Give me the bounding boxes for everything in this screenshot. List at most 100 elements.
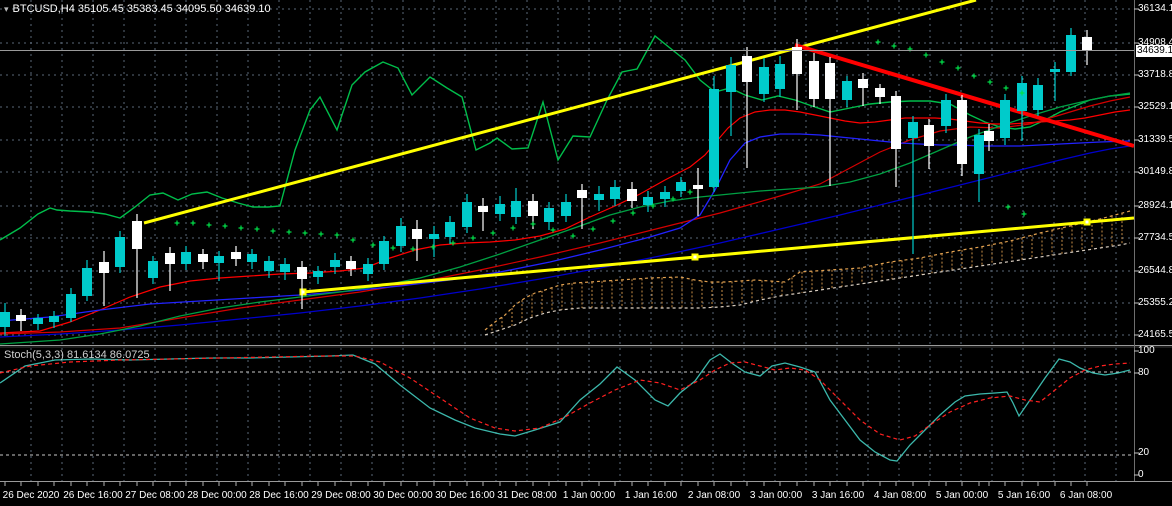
- bear-candle: [16, 315, 26, 321]
- stoch-axis-label: 0: [1138, 469, 1144, 480]
- bear-candle: [346, 261, 356, 269]
- price-axis-label: 33718.80: [1138, 69, 1172, 80]
- bear-candle: [1082, 37, 1092, 50]
- bull-candle: [643, 197, 653, 205]
- bull-candle: [594, 194, 604, 200]
- bull-candle: [610, 187, 620, 199]
- bull-candle: [379, 241, 389, 264]
- bull-candle: [908, 122, 918, 138]
- bull-candle: [1066, 35, 1076, 72]
- time-axis-label: 1 Jan 16:00: [624, 490, 678, 501]
- bear-candle: [742, 56, 752, 82]
- time-axis-label: 30 Dec 00:00: [373, 490, 433, 501]
- stoch-indicator-label: Stoch(5,3,3) 81.6134 86.0725: [4, 349, 150, 361]
- bull-candle: [511, 201, 521, 217]
- price-axis-label: 28924.15: [1138, 200, 1172, 211]
- price-axis-label: 26544.85: [1138, 265, 1172, 276]
- bull-candle: [363, 264, 373, 274]
- bull-candle: [1000, 100, 1010, 138]
- bull-candle: [330, 260, 340, 267]
- bull-candle: [33, 318, 43, 324]
- bull-candle: [726, 65, 736, 92]
- bull-candle: [264, 261, 274, 271]
- bear-candle: [924, 125, 934, 146]
- time-axis-label: 29 Dec 08:00: [311, 490, 371, 501]
- price-axis-label: 24165.55: [1138, 329, 1172, 340]
- time-axis-label: 26 Dec 16:00: [63, 490, 123, 501]
- bear-candle: [891, 96, 901, 149]
- price-axis-label: 34908.45: [1138, 37, 1172, 48]
- price-axis-label: 32529.15: [1138, 101, 1172, 112]
- time-axis-label: 2 Jan 08:00: [687, 490, 741, 501]
- time-axis-label: 28 Dec 16:00: [249, 490, 309, 501]
- price-axis-label: 25355.20: [1138, 297, 1172, 308]
- bull-candle: [676, 182, 686, 191]
- bull-candle: [1050, 69, 1060, 72]
- time-axis-label: 1 Jan 00:00: [562, 490, 616, 501]
- bull-candle: [82, 268, 92, 296]
- chart-title-text: BTCUSD,H4 35105.45 35383.45 34095.50 346…: [12, 3, 271, 15]
- time-axis-label: 30 Dec 16:00: [435, 490, 495, 501]
- symbol-marker-icon: ▾: [4, 4, 9, 14]
- bear-candle: [297, 267, 307, 279]
- bull-candle: [1033, 85, 1043, 110]
- bear-candle: [528, 201, 538, 216]
- bull-candle: [66, 294, 76, 318]
- bull-candle: [214, 256, 224, 263]
- time-axis-label: 31 Dec 08:00: [497, 490, 557, 501]
- chart-title: ▾ BTCUSD,H4 35105.45 35383.45 34095.50 34…: [4, 3, 271, 15]
- bear-candle: [412, 229, 422, 239]
- chart-canvas[interactable]: [0, 0, 1172, 506]
- bear-candle: [792, 47, 802, 74]
- bear-candle: [165, 253, 175, 264]
- bear-candle: [198, 254, 208, 262]
- bear-candle: [627, 189, 637, 201]
- bull-candle: [544, 208, 554, 222]
- bear-candle: [809, 61, 819, 99]
- stoch-axis-label: 80: [1138, 367, 1150, 378]
- time-axis-label: 5 Jan 16:00: [997, 490, 1051, 501]
- bear-candle: [825, 63, 835, 99]
- price-axis-label: 31339.50: [1138, 134, 1172, 145]
- bull-candle: [181, 252, 191, 264]
- bull-candle: [0, 312, 10, 327]
- price-axis-label: 30149.85: [1138, 166, 1172, 177]
- bear-candle: [693, 185, 703, 189]
- chart-window[interactable]: ▾ BTCUSD,H4 35105.45 35383.45 34095.50 34…: [0, 0, 1172, 506]
- bear-candle: [984, 131, 994, 141]
- time-axis-label: 5 Jan 00:00: [935, 490, 989, 501]
- bear-candle: [132, 221, 142, 249]
- stoch-axis-label: 20: [1138, 447, 1150, 458]
- bull-candle: [660, 192, 670, 199]
- bull-candle: [561, 202, 571, 216]
- bear-candle: [478, 206, 488, 212]
- bull-candle: [148, 261, 158, 278]
- bear-candle: [577, 190, 587, 198]
- time-axis-label: 27 Dec 08:00: [125, 490, 185, 501]
- price-axis-label: 27734.50: [1138, 232, 1172, 243]
- bear-candle: [231, 252, 241, 259]
- bull-candle: [974, 135, 984, 174]
- bear-candle: [99, 262, 109, 273]
- time-axis-label: 6 Jan 08:00: [1059, 490, 1113, 501]
- bull-candle: [247, 254, 257, 262]
- bull-candle: [49, 316, 59, 322]
- bear-candle: [858, 79, 868, 88]
- bull-candle: [1017, 83, 1027, 111]
- bull-candle: [709, 89, 719, 187]
- bull-candle: [941, 100, 951, 126]
- stoch-axis-label: 100: [1138, 345, 1155, 356]
- time-axis-label: 26 Dec 2020: [2, 490, 60, 501]
- time-axis-label: 3 Jan 00:00: [749, 490, 803, 501]
- bull-candle: [495, 204, 505, 214]
- bear-candle: [957, 100, 967, 164]
- bull-candle: [280, 264, 290, 272]
- bull-candle: [842, 81, 852, 100]
- bull-candle: [396, 226, 406, 246]
- bear-candle: [875, 88, 885, 97]
- bull-candle: [775, 64, 785, 89]
- bull-candle: [462, 202, 472, 227]
- time-axis-label: 28 Dec 00:00: [187, 490, 247, 501]
- bull-candle: [445, 222, 455, 237]
- bull-candle: [115, 237, 125, 267]
